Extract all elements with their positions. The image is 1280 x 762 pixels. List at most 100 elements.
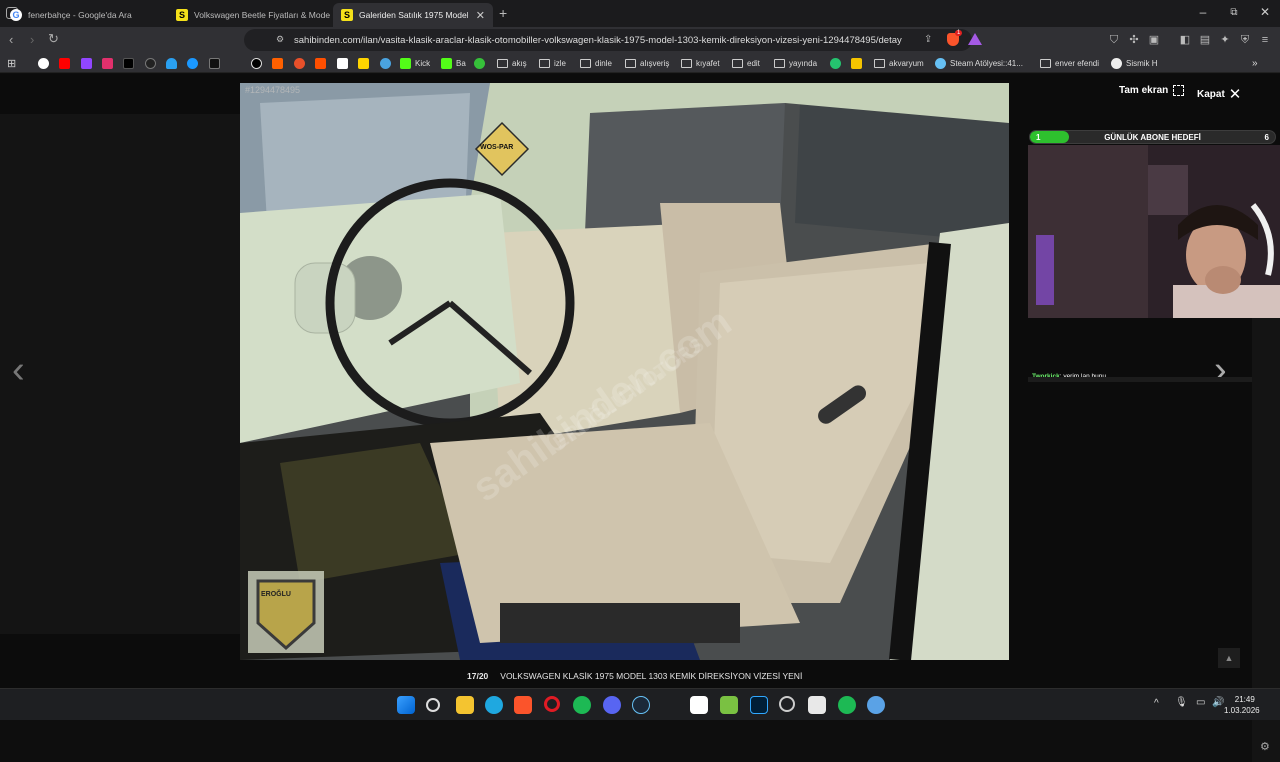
scroll-top-button[interactable]: ▲ — [1218, 648, 1240, 668]
ai-icon[interactable]: ✦ — [1219, 34, 1231, 46]
microphone-icon[interactable]: 🎙 — [1175, 697, 1188, 708]
bookmark-twitch[interactable] — [81, 57, 96, 69]
extensions-icon[interactable]: ✣ — [1128, 34, 1140, 46]
bookmark-kick-ba[interactable]: Ba — [441, 57, 466, 69]
bookmark-hb[interactable] — [272, 57, 287, 69]
app-green-icon[interactable] — [720, 696, 738, 714]
bookmark-m[interactable] — [315, 57, 330, 69]
folder-yayinda[interactable]: yayında — [774, 57, 817, 69]
reload-icon[interactable]: ↻ — [48, 31, 59, 47]
privacy-icon[interactable]: ⛨ — [1239, 34, 1251, 46]
bookmark-x[interactable] — [123, 57, 138, 69]
bookmark-label: izle — [554, 58, 567, 68]
folder-kiyafet[interactable]: kıyafet — [681, 57, 720, 69]
taskbar-clock[interactable]: 21:49 1.03.2026 — [1224, 694, 1260, 716]
new-tab-button[interactable]: + — [499, 5, 507, 21]
bookmark-amazon[interactable] — [337, 57, 352, 69]
photoshop-icon[interactable] — [750, 696, 768, 714]
bookmark-label: edit — [747, 58, 760, 68]
sticker-text: WOS-PAR — [480, 144, 514, 151]
bookmark-w[interactable] — [209, 57, 224, 69]
photo-counter: 17/20 — [467, 671, 489, 681]
tab-title: Galeriden Satılık 1975 Model Kır — [359, 10, 468, 20]
bookmark-label: akvaryum — [889, 58, 924, 68]
menu-icon[interactable]: ≡ — [1259, 34, 1271, 46]
brave-icon[interactable] — [514, 696, 532, 714]
bookmark-steam[interactable]: Steam Atölyesi::41... — [935, 57, 1023, 69]
vpn-icon[interactable]: ⛉ — [1108, 34, 1120, 46]
folder-edit[interactable]: edit — [732, 57, 760, 69]
folder-enver-efendi[interactable]: enver efendi — [1040, 57, 1099, 69]
fullscreen-label: Tam ekran — [1119, 85, 1169, 96]
bookmark-green[interactable] — [474, 57, 489, 69]
start-icon[interactable] — [397, 696, 415, 714]
tab-google-search[interactable]: G fenerbahçe - Google'da Ara — [2, 3, 167, 27]
folder-icon — [1040, 58, 1051, 68]
file-explorer-icon[interactable] — [456, 696, 474, 714]
bookmark-note[interactable] — [358, 57, 373, 69]
clock-app-icon[interactable] — [779, 696, 795, 712]
steam-icon[interactable] — [632, 696, 650, 714]
google-icon — [38, 57, 49, 69]
cloud-icon — [166, 57, 177, 69]
close-lightbox-button[interactable]: Kapat ✕ — [1197, 85, 1241, 103]
bookmark-instagram[interactable] — [102, 57, 117, 69]
bookmark-bird[interactable] — [380, 57, 395, 69]
share-icon[interactable]: ⇪ — [924, 34, 932, 45]
bookmark-q[interactable] — [830, 57, 845, 69]
bookmark-label: Ba — [456, 58, 466, 68]
chat-divider — [1028, 377, 1252, 382]
earth-icon — [1111, 57, 1122, 69]
close-window-icon[interactable]: ✕ — [1255, 5, 1275, 19]
folder-akvaryum[interactable]: akvaryum — [874, 57, 924, 69]
bookmark-clock[interactable] — [294, 57, 309, 69]
capcut-icon[interactable] — [690, 696, 708, 714]
folder-alisveris[interactable]: alışveriş — [625, 57, 669, 69]
back-icon[interactable]: ‹ — [9, 32, 13, 47]
opera-icon[interactable] — [544, 696, 560, 712]
volume-icon[interactable]: 🔊 — [1212, 697, 1224, 708]
folder-dinle[interactable]: dinle — [580, 57, 612, 69]
site-settings-icon[interactable]: ⚙ — [276, 34, 284, 45]
bookmark-cloud[interactable] — [166, 57, 181, 69]
bookmark-github[interactable] — [145, 57, 160, 69]
more-bookmarks-icon[interactable]: » — [1252, 57, 1258, 69]
edge-icon[interactable] — [485, 696, 503, 714]
search-icon[interactable] — [426, 698, 440, 712]
sidebar-toggle-icon[interactable]: ◧ — [1179, 34, 1191, 46]
tray-chevron-icon[interactable]: ^ — [1154, 698, 1159, 709]
bookmark-google[interactable] — [38, 57, 53, 69]
next-photo-button[interactable]: › — [1214, 349, 1227, 392]
bookmark-kick[interactable]: Kick — [400, 57, 430, 69]
tab-volkswagen-prices[interactable]: S Volkswagen Beetle Fiyatları & Model — [168, 3, 330, 27]
display-icon[interactable]: ▭ — [1196, 697, 1205, 708]
address-bar[interactable]: ⚙ sahibinden.com/ilan/vasita-klasik-arac… — [244, 29, 982, 51]
discord-icon[interactable] — [603, 696, 621, 714]
folder-izle[interactable]: izle — [539, 57, 566, 69]
tab-listing-active[interactable]: S Galeriden Satılık 1975 Model Kır ✕ — [333, 3, 493, 27]
sidebar-settings-icon[interactable]: ⚙ — [1260, 740, 1270, 753]
rewards-icon[interactable] — [968, 33, 982, 45]
bookmark-yellow[interactable] — [851, 57, 866, 69]
bookmark-sismik[interactable]: Sismik H — [1111, 57, 1158, 69]
close-tab-icon[interactable]: ✕ — [468, 9, 493, 22]
bookmark-prime[interactable] — [187, 57, 202, 69]
folder-akis[interactable]: akış — [497, 57, 527, 69]
previous-photo-button[interactable]: ‹ — [12, 349, 25, 392]
notepad-icon[interactable] — [808, 696, 826, 714]
spotify-icon[interactable] — [573, 696, 591, 714]
listing-photo[interactable]: WOS-PAR EROĞLU sahibinden.com EROĞLU MOT… — [240, 83, 1009, 660]
bookmark-tiktok[interactable] — [251, 57, 266, 69]
folder-icon — [539, 58, 550, 68]
settings-app-icon[interactable] — [867, 696, 885, 714]
apps-grid-icon[interactable]: ⊞ — [7, 57, 16, 70]
instagram-icon — [102, 57, 113, 69]
forward-icon[interactable]: › — [30, 32, 34, 47]
restore-icon[interactable]: ⧉ — [1224, 7, 1244, 18]
fullscreen-button[interactable]: Tam ekran — [1119, 85, 1185, 96]
spotify-second-icon[interactable] — [838, 696, 856, 714]
leo-icon[interactable]: ▤ — [1199, 34, 1211, 46]
wallet-icon[interactable]: ▣ — [1148, 34, 1160, 46]
minimize-icon[interactable]: – — [1193, 5, 1213, 19]
bookmark-youtube[interactable] — [59, 57, 74, 69]
